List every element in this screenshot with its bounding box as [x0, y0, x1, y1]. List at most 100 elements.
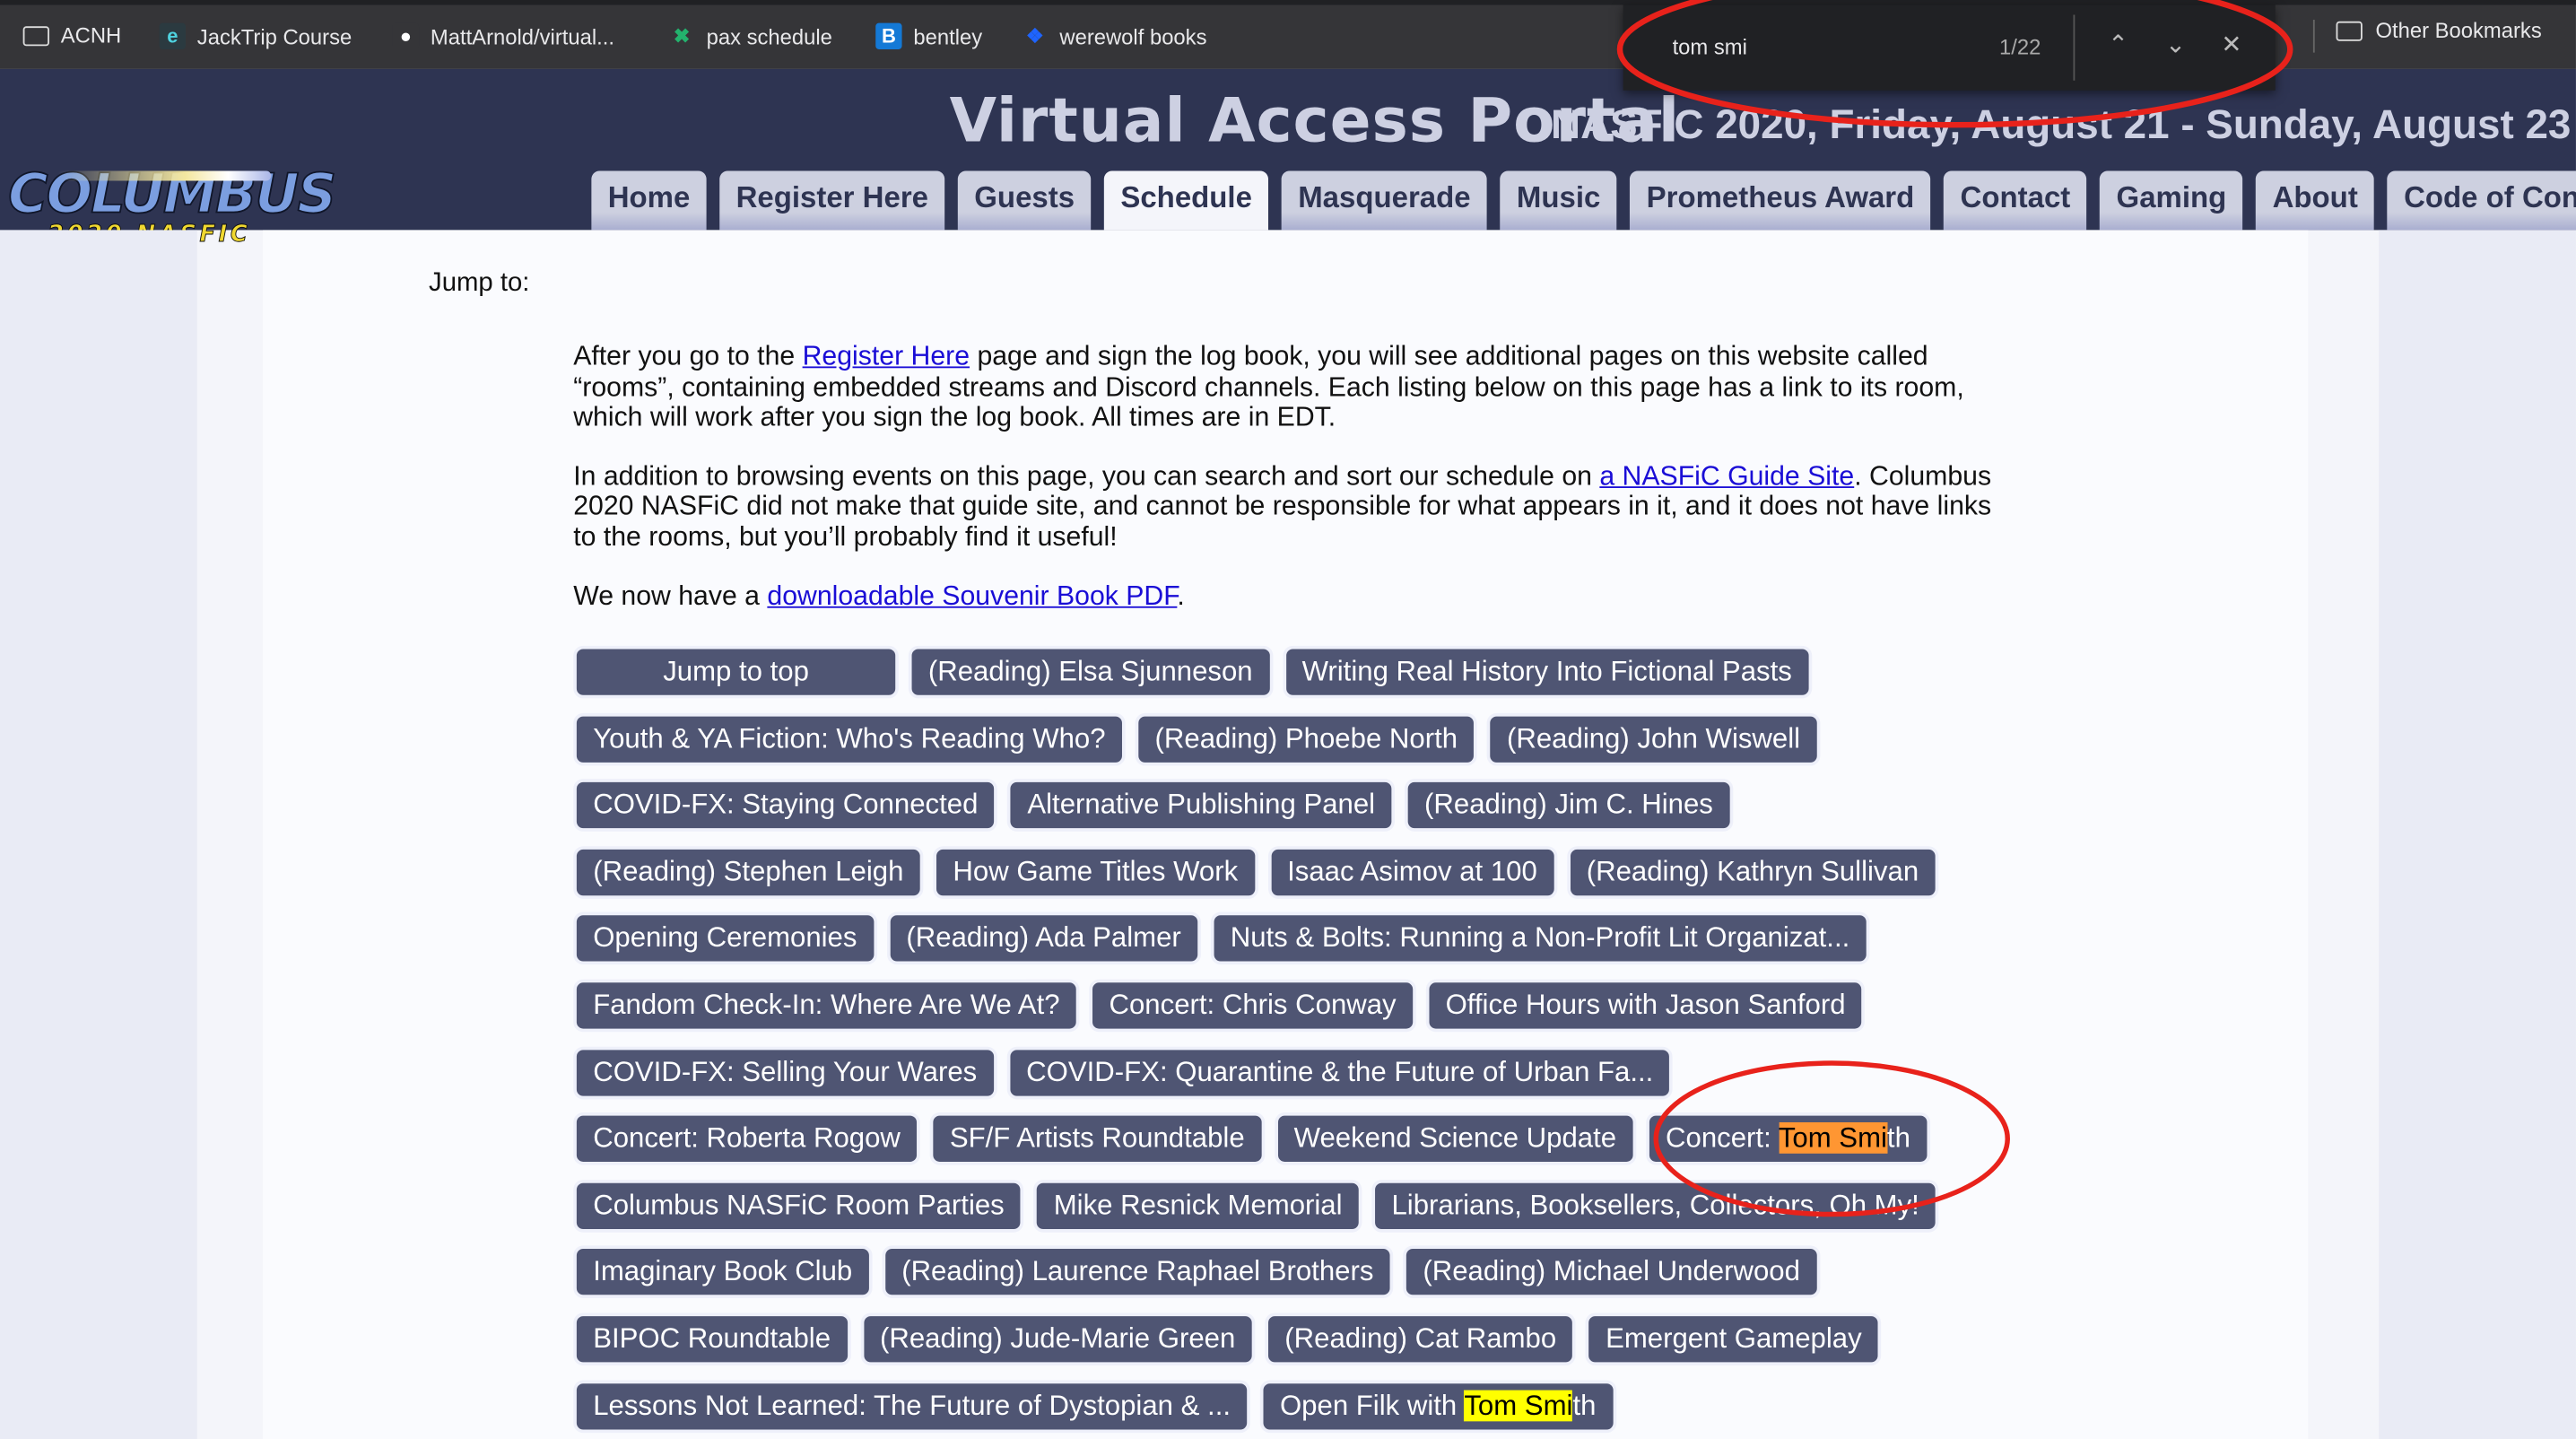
close-icon[interactable]: ✕: [2221, 30, 2241, 59]
search-highlight: Tom Smi: [1464, 1389, 1573, 1421]
schedule-button[interactable]: Concert: Tom Smith: [1649, 1115, 1928, 1163]
schedule-button[interactable]: (Reading) Phoebe North: [1138, 715, 1475, 763]
schedule-button[interactable]: Office Hours with Jason Sanford: [1429, 982, 1862, 1029]
bookmark-werewolf-books[interactable]: ❖ werewolf books: [1022, 23, 1206, 49]
folder-icon: [22, 25, 49, 46]
tab-masquerade[interactable]: Masquerade: [1281, 170, 1487, 231]
schedule-button[interactable]: Writing Real History Into Fictional Past…: [1285, 649, 1809, 695]
schedule-button[interactable]: Fandom Check-In: Where Are We At?: [576, 982, 1076, 1029]
side-decoration: [0, 230, 197, 1439]
tab-music[interactable]: Music: [1500, 170, 1617, 231]
folder-icon: [2336, 20, 2363, 40]
bookmark-acnh[interactable]: ACNH: [22, 22, 122, 48]
schedule-button[interactable]: Weekend Science Update: [1277, 1115, 1633, 1163]
schedule-button[interactable]: COVID-FX: Staying Connected: [576, 782, 995, 829]
find-input[interactable]: tom smi: [1673, 34, 1747, 58]
button-row: COVID-FX: Selling Your Wares COVID-FX: Qu…: [576, 1049, 1936, 1095]
schedule-buttons: Jump to top (Reading) Elsa Sjunneson Writi…: [576, 649, 1936, 1439]
button-row: BIPOC Roundtable (Reading) Jude-Marie Gre…: [576, 1315, 1936, 1363]
b-icon: B: [875, 22, 902, 49]
find-previous-icon[interactable]: ⌃: [2108, 30, 2128, 59]
find-next-icon[interactable]: ⌄: [2165, 30, 2186, 59]
register-here-link[interactable]: Register Here: [803, 342, 970, 371]
schedule-button[interactable]: Isaac Asimov at 100: [1270, 849, 1554, 895]
souvenir-book-link[interactable]: downloadable Souvenir Book PDF: [767, 581, 1177, 611]
bookmark-label: werewolf books: [1059, 23, 1207, 49]
schedule-button[interactable]: (Reading) Cat Rambo: [1267, 1315, 1573, 1363]
schedule-button[interactable]: (Reading) Jim C. Hines: [1407, 782, 1730, 829]
bookmark-label: MattArnold/virtual...: [430, 23, 615, 49]
button-row: Lessons Not Learned: The Future of Dysto…: [576, 1382, 1936, 1429]
button-row: Opening Ceremonies (Reading) Ada Palmer Nu…: [576, 915, 1936, 963]
find-bar: tom smi 1/22 ⌃ ⌄ ✕: [1623, 4, 2276, 91]
x-icon: ✖: [673, 24, 691, 48]
bookmark-jacktrip-course[interactable]: e JackTrip Course: [159, 22, 352, 49]
tab-gaming[interactable]: Gaming: [2100, 170, 2243, 231]
schedule-button[interactable]: Imaginary Book Club: [576, 1249, 869, 1295]
button-text: th: [1886, 1122, 1910, 1155]
button-row: COVID-FX: Staying Connected Alternative P…: [576, 782, 1936, 829]
schedule-button[interactable]: Nuts & Bolts: Running a Non-Profit Lit O…: [1214, 915, 1867, 963]
bookmark-pax-schedule[interactable]: ✖ pax schedule: [668, 23, 832, 49]
schedule-button[interactable]: Mike Resnick Memorial: [1037, 1182, 1359, 1229]
schedule-button[interactable]: BIPOC Roundtable: [576, 1315, 848, 1363]
schedule-button[interactable]: (Reading) Kathryn Sullivan: [1570, 849, 1936, 895]
tab-contact[interactable]: Contact: [1944, 170, 2087, 231]
jacktrip-icon: e: [159, 22, 186, 49]
github-icon: ●: [392, 22, 420, 49]
schedule-button[interactable]: How Game Titles Work: [936, 849, 1255, 895]
schedule-button[interactable]: Youth & YA Fiction: Who's Reading Who?: [576, 715, 1122, 763]
tab-code-of-conduct[interactable]: Code of Conduct: [2387, 170, 2576, 231]
tab-about[interactable]: About: [2256, 170, 2375, 231]
schedule-button[interactable]: Concert: Roberta Rogow: [576, 1115, 918, 1163]
schedule-button[interactable]: SF/F Artists Roundtable: [933, 1115, 1261, 1163]
button-text: Concert:: [1666, 1122, 1779, 1155]
schedule-button[interactable]: Alternative Publishing Panel: [1011, 782, 1392, 829]
intro-text: After you go to the Register Here page a…: [573, 341, 1992, 611]
schedule-button[interactable]: Open Filk with Tom Smith: [1263, 1382, 1613, 1429]
dropbox-icon: ❖: [1026, 24, 1044, 48]
bookmark-label: JackTrip Course: [196, 23, 352, 49]
schedule-button[interactable]: COVID-FX: Selling Your Wares: [576, 1049, 994, 1095]
schedule-button[interactable]: (Reading) Stephen Leigh: [576, 849, 920, 895]
button-text: Open Filk with: [1279, 1389, 1465, 1421]
bookmark-label: ACNH: [60, 22, 122, 48]
guide-site-link[interactable]: a NASFiC Guide Site: [1599, 461, 1854, 491]
schedule-button[interactable]: Jump to top: [576, 649, 896, 695]
bookmark-bentley[interactable]: Bbentley: [875, 22, 982, 49]
schedule-button[interactable]: Columbus NASFiC Room Parties: [576, 1182, 1022, 1229]
button-row: Jump to top (Reading) Elsa Sjunneson Writi…: [576, 649, 1936, 695]
button-text: th: [1572, 1389, 1597, 1421]
jump-to-label: Jump to:: [429, 269, 530, 298]
schedule-button[interactable]: (Reading) Jude-Marie Green: [863, 1315, 1252, 1363]
find-count: 1/22: [1999, 34, 2041, 59]
tab-prometheus-award[interactable]: Prometheus Award: [1630, 170, 1931, 231]
page-subtitle: NASFiC 2020, Friday, August 21 - Sunday,…: [1551, 101, 2572, 148]
schedule-button[interactable]: (Reading) John Wiswell: [1490, 715, 1817, 763]
side-decoration: [2379, 230, 2576, 1439]
schedule-button[interactable]: Opening Ceremonies: [576, 915, 874, 963]
button-row: Fandom Check-In: Where Are We At? Concert…: [576, 982, 1936, 1029]
schedule-button[interactable]: (Reading) Elsa Sjunneson: [911, 649, 1269, 695]
schedule-button[interactable]: COVID-FX: Quarantine & the Future of Urb…: [1009, 1049, 1670, 1095]
tab-register-here[interactable]: Register Here: [719, 170, 945, 231]
button-row: Columbus NASFiC Room Parties Mike Resnick…: [576, 1182, 1936, 1229]
schedule-button[interactable]: Librarians, Booksellers, Collectors, Oh …: [1375, 1182, 1936, 1229]
schedule-button[interactable]: Lessons Not Learned: The Future of Dysto…: [576, 1382, 1248, 1429]
tab-schedule[interactable]: Schedule: [1104, 170, 1269, 231]
button-row: Youth & YA Fiction: Who's Reading Who? (R…: [576, 715, 1936, 763]
button-row: Concert: Roberta Rogow SF/F Artists Round…: [576, 1115, 1936, 1163]
schedule-button[interactable]: Concert: Chris Conway: [1092, 982, 1413, 1029]
button-row: (Reading) Stephen Leigh How Game Titles W…: [576, 849, 1936, 895]
tab-guests[interactable]: Guests: [957, 170, 1092, 231]
other-bookmarks[interactable]: Other Bookmarks: [2336, 18, 2542, 43]
schedule-button[interactable]: Emergent Gameplay: [1588, 1315, 1878, 1363]
schedule-button[interactable]: (Reading) Laurence Raphael Brothers: [884, 1249, 1390, 1295]
schedule-button[interactable]: (Reading) Michael Underwood: [1406, 1249, 1817, 1295]
bookmark-mattarnold-virtual-[interactable]: ● MattArnold/virtual...: [392, 22, 615, 49]
other-bookmarks-label: Other Bookmarks: [2375, 18, 2542, 43]
tab-home[interactable]: Home: [591, 170, 707, 231]
bookmark-label: pax schedule: [706, 23, 832, 49]
schedule-button[interactable]: (Reading) Ada Palmer: [890, 915, 1198, 963]
search-highlight: Tom Smi: [1778, 1122, 1887, 1155]
